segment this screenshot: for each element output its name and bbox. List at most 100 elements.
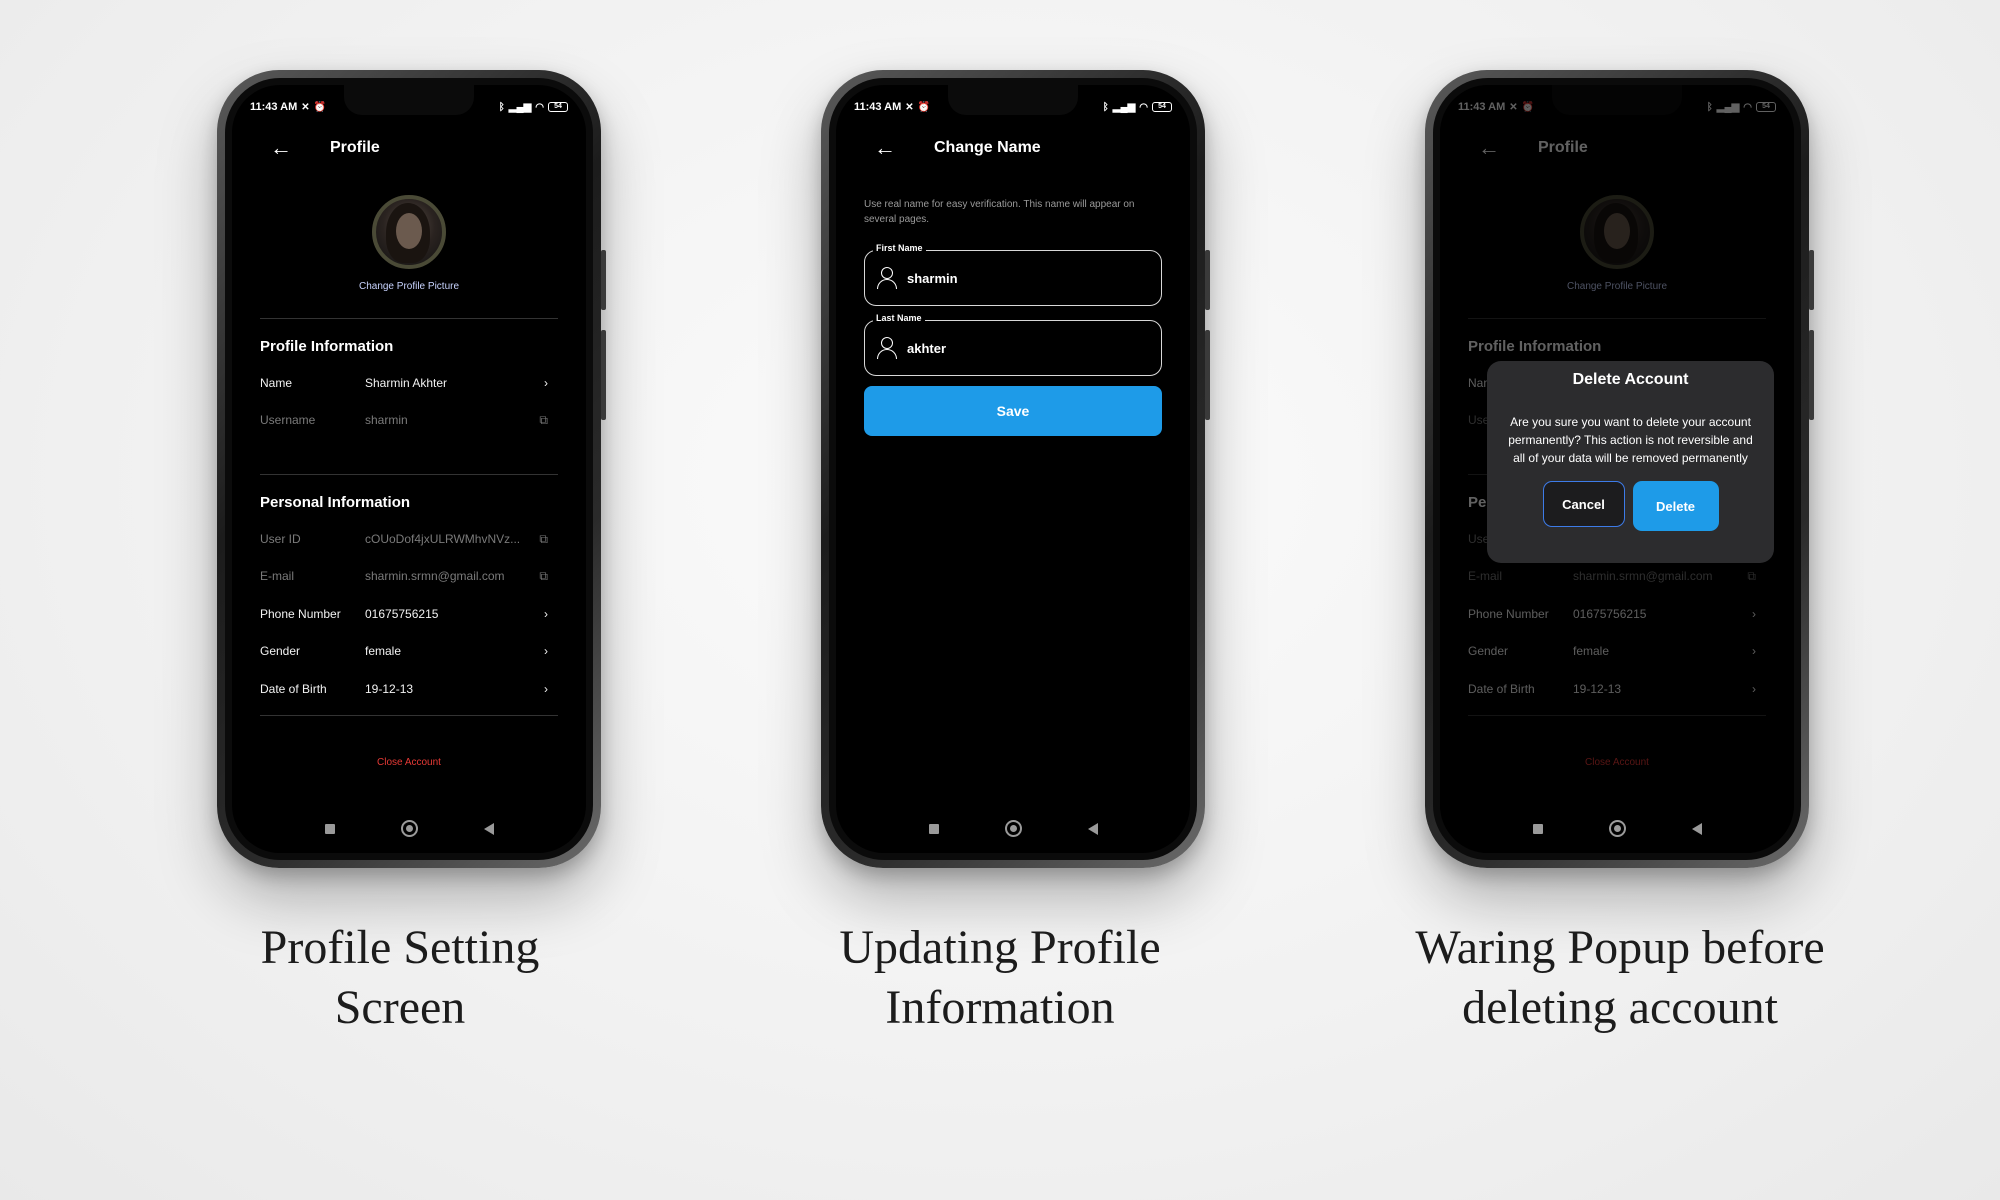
volume-button xyxy=(1809,250,1814,310)
dialog-title: Delete Account xyxy=(1572,371,1689,388)
delete-account-dialog: Delete Account Are you sure you want to … xyxy=(1487,361,1774,563)
save-button[interactable]: Save xyxy=(864,386,1162,436)
row-username: Username sharmin ⧉ xyxy=(260,411,548,429)
cancel-button[interactable]: Cancel xyxy=(1542,481,1625,527)
alarm-icon: ⏰ xyxy=(917,101,931,113)
dialog-message: Are you sure you want to delete your acc… xyxy=(1508,415,1753,465)
chevron-right-icon: › xyxy=(544,644,548,658)
row-label: User ID xyxy=(260,532,301,546)
system-nav-bar xyxy=(836,820,1190,837)
row-label: Username xyxy=(260,413,316,427)
bluetooth-icon: ᛒ xyxy=(1102,101,1109,113)
system-back-button[interactable] xyxy=(483,822,494,835)
chevron-right-icon: › xyxy=(544,376,548,390)
power-button xyxy=(1205,330,1210,420)
wifi-icon: ◠ xyxy=(1139,101,1148,113)
delete-popup-screen: 11:43 AM ✕ ⏰ ᛒ ▂▄▆ ◠ 54 ← Profile Chan xyxy=(1440,85,1794,853)
status-bar: 11:43 AM ✕ ⏰ ᛒ ▂▄▆ ◠ 54 xyxy=(854,99,1172,115)
copy-icon[interactable]: ⧉ xyxy=(536,532,548,547)
power-button xyxy=(601,330,606,420)
profile-screen: 11:43 AM ✕ ⏰ ᛒ ▂▄▆ ◠ 54 ← Profile Change… xyxy=(232,85,586,853)
system-back-button[interactable] xyxy=(1691,822,1702,835)
recents-button[interactable] xyxy=(1532,823,1543,834)
system-back-button[interactable] xyxy=(1087,822,1098,835)
back-arrow-icon[interactable]: ← xyxy=(874,135,898,161)
power-button xyxy=(1809,330,1814,420)
status-time: 11:43 AM xyxy=(854,101,902,113)
status-bar: 11:43 AM ✕ ⏰ ᛒ ▂▄▆ ◠ 54 xyxy=(250,99,568,115)
caption-updating-profile: Updating Profile Information xyxy=(839,921,1161,1034)
divider xyxy=(260,474,558,475)
field-label: First Name xyxy=(873,243,926,253)
person-icon xyxy=(877,337,897,359)
field-label: Last Name xyxy=(873,313,925,323)
back-arrow-icon[interactable]: ← xyxy=(270,135,294,161)
row-label: Phone Number xyxy=(260,607,341,621)
row-email: E-mail sharmin.srmn@gmail.com ⧉ xyxy=(260,567,548,585)
home-button[interactable] xyxy=(1608,820,1626,837)
phone-bezel: 11:43 AM ✕ ⏰ ᛒ ▂▄▆ ◠ 54 ← Profile Chan xyxy=(1433,78,1801,860)
row-label: Gender xyxy=(260,644,301,658)
copy-icon[interactable]: ⧉ xyxy=(536,413,548,428)
page-title: Profile xyxy=(330,139,380,156)
volume-button xyxy=(601,250,606,310)
row-value: sharmin xyxy=(365,413,408,427)
section-title-profile: Profile Information xyxy=(260,338,394,355)
field-value[interactable]: akhter xyxy=(907,341,946,356)
recents-button[interactable] xyxy=(324,823,335,834)
row-value: cOUoDof4jxULRWMhvNVz... xyxy=(365,532,521,546)
app-bar: ← Profile xyxy=(270,133,556,163)
row-name[interactable]: Name Sharmin Akhter › xyxy=(260,374,548,392)
dialog-actions: Cancel Delete xyxy=(1487,481,1774,531)
wifi-icon: ◠ xyxy=(535,101,544,113)
volume-button xyxy=(1205,250,1210,310)
helper-text: Use real name for easy verification. Thi… xyxy=(864,199,1135,225)
field-value[interactable]: sharmin xyxy=(907,271,958,286)
copy-icon[interactable]: ⧉ xyxy=(536,569,548,584)
row-phone[interactable]: Phone Number 01675756215 › xyxy=(260,605,548,623)
row-user-id: User ID cOUoDof4jxULRWMhvNVz... ⧉ xyxy=(260,530,548,548)
row-value: 01675756215 xyxy=(365,607,439,621)
section-title-personal: Personal Information xyxy=(260,494,411,511)
system-nav-bar xyxy=(232,820,586,837)
chevron-right-icon: › xyxy=(544,682,548,696)
system-nav-bar xyxy=(1440,820,1794,837)
recents-button[interactable] xyxy=(928,823,939,834)
row-gender[interactable]: Gender female › xyxy=(260,642,548,660)
home-button[interactable] xyxy=(400,820,418,837)
row-label: Name xyxy=(260,376,293,390)
battery-icon: 54 xyxy=(1152,102,1172,112)
row-value: female xyxy=(365,644,402,658)
row-value: Sharmin Akhter xyxy=(365,376,448,390)
caption-profile-setting: Profile Setting Screen xyxy=(260,921,540,1034)
row-label: E-mail xyxy=(260,569,295,583)
chevron-right-icon: › xyxy=(544,607,548,621)
signal-icon: ▂▄▆ xyxy=(508,101,532,113)
delete-button[interactable]: Delete xyxy=(1632,481,1719,531)
close-account-link[interactable]: Close Account xyxy=(232,757,586,768)
status-time: 11:43 AM xyxy=(250,101,298,113)
mute-icon: ✕ xyxy=(301,101,310,113)
divider xyxy=(260,715,558,716)
avatar-face xyxy=(396,213,422,249)
row-label: Date of Birth xyxy=(260,682,327,696)
last-name-field[interactable]: Last Name akhter xyxy=(864,313,1162,376)
change-name-screen: 11:43 AM ✕ ⏰ ᛒ ▂▄▆ ◠ 54 ← Change Name Us… xyxy=(836,85,1190,853)
person-icon xyxy=(877,267,897,289)
mute-icon: ✕ xyxy=(905,101,914,113)
row-value: 19-12-13 xyxy=(365,682,414,696)
phone-mockup-change-name: 11:43 AM ✕ ⏰ ᛒ ▂▄▆ ◠ 54 ← Change Name Us… xyxy=(821,70,1210,868)
page-title: Change Name xyxy=(934,139,1041,156)
caption-warning-popup: Waring Popup before deleting account xyxy=(1415,921,1825,1034)
phone-bezel: 11:43 AM ✕ ⏰ ᛒ ▂▄▆ ◠ 54 ← Profile Chan xyxy=(225,78,593,860)
phone-mockup-profile: 11:43 AM ✕ ⏰ ᛒ ▂▄▆ ◠ 54 ← Profile Change… xyxy=(217,70,606,868)
row-dob[interactable]: Date of Birth 19-12-13 › xyxy=(260,680,548,698)
first-name-field[interactable]: First Name sharmin xyxy=(864,243,1162,306)
avatar[interactable] xyxy=(372,195,446,269)
phone-bezel: 11:43 AM ✕ ⏰ ᛒ ▂▄▆ ◠ 54 ← Change Name Us… xyxy=(829,78,1197,860)
change-profile-picture-link[interactable]: Change Profile Picture xyxy=(232,281,586,292)
home-button[interactable] xyxy=(1004,820,1022,837)
bluetooth-icon: ᛒ xyxy=(498,101,505,113)
row-value: sharmin.srmn@gmail.com xyxy=(365,569,505,583)
battery-icon: 54 xyxy=(548,102,568,112)
